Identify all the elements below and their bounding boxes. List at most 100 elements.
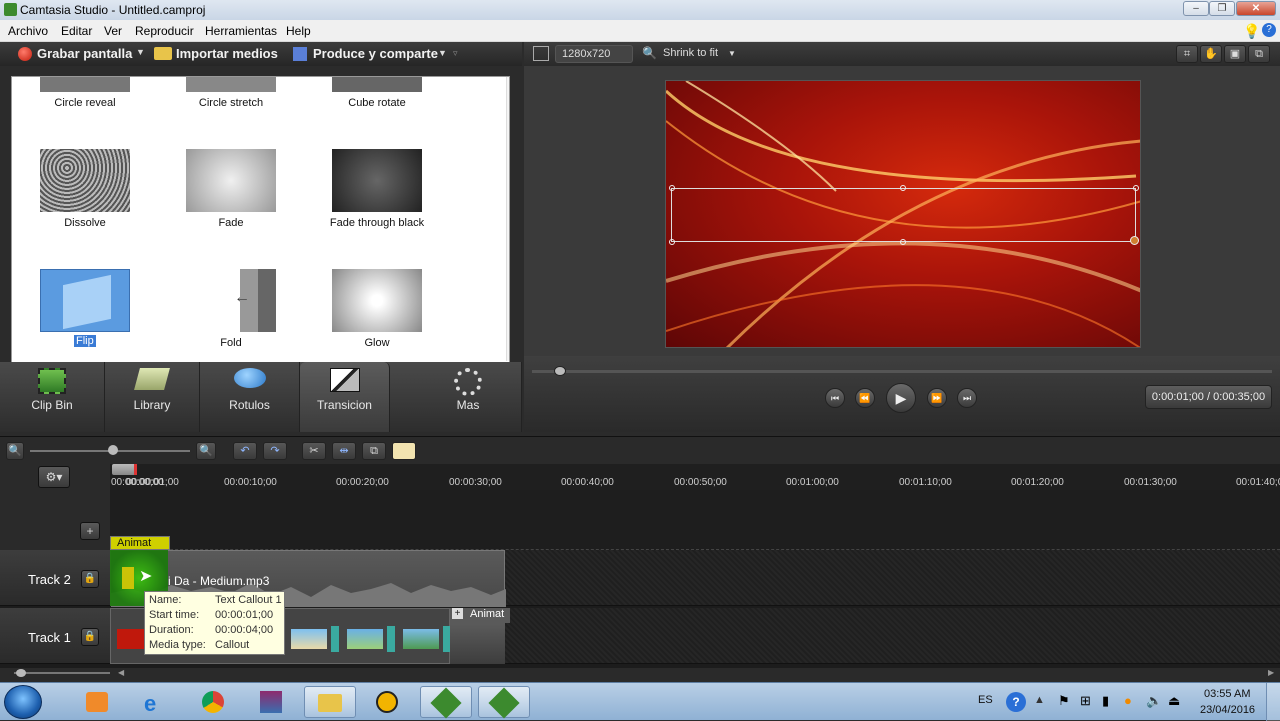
chevron-down-icon[interactable]: ▼ bbox=[136, 47, 145, 57]
network-icon[interactable]: ▮ bbox=[1102, 693, 1109, 709]
lock-icon[interactable]: 🔒 bbox=[81, 628, 99, 646]
zoom-in-icon[interactable]: 🔍 bbox=[196, 442, 216, 460]
menu-archivo[interactable]: Archivo bbox=[8, 24, 48, 38]
split-icon[interactable]: ⇹ bbox=[332, 442, 356, 460]
add-track-icon[interactable]: + bbox=[80, 522, 100, 540]
record-screen-button[interactable]: Grabar pantalla bbox=[37, 46, 132, 61]
resize-handle[interactable] bbox=[669, 185, 675, 191]
clock-date[interactable]: 23/04/2016 bbox=[1200, 704, 1255, 716]
close-button[interactable]: ✕ bbox=[1236, 1, 1276, 16]
zoom-out-icon[interactable]: 🔍 bbox=[6, 442, 24, 460]
menu-editar[interactable]: Editar bbox=[61, 24, 92, 38]
clock-time[interactable]: 03:55 AM bbox=[1204, 688, 1250, 700]
menu-help[interactable]: Help bbox=[286, 24, 311, 38]
resize-handle[interactable] bbox=[669, 239, 675, 245]
volume-icon[interactable]: 🔈 bbox=[1146, 693, 1162, 709]
scroll-handle[interactable] bbox=[16, 669, 26, 677]
taskbar-app[interactable] bbox=[362, 686, 414, 718]
skip-forward-icon[interactable]: ⏭ bbox=[957, 388, 977, 408]
zoom-dropdown[interactable]: Shrink to fit bbox=[657, 45, 737, 63]
fold-thumb[interactable]: ← bbox=[186, 269, 276, 332]
glow-thumb[interactable] bbox=[332, 269, 422, 332]
add-animation-icon[interactable]: + bbox=[452, 608, 463, 619]
scroll-right-icon[interactable]: ▶ bbox=[1268, 668, 1274, 677]
lightbulb-icon[interactable]: 💡 bbox=[1243, 23, 1260, 40]
transition-thumb[interactable] bbox=[186, 77, 276, 92]
minimize-button[interactable]: – bbox=[1183, 1, 1209, 16]
show-desktop-button[interactable] bbox=[1266, 683, 1280, 721]
flip-thumb[interactable] bbox=[40, 269, 130, 332]
track-1-lane[interactable]: + Animat bbox=[110, 608, 1280, 664]
redo-icon[interactable]: ↷ bbox=[263, 442, 287, 460]
resize-handle[interactable] bbox=[900, 185, 906, 191]
tab-transicion[interactable]: Transicion bbox=[300, 362, 390, 432]
crop-icon[interactable]: ⌗ bbox=[1176, 45, 1198, 63]
help-icon[interactable]: ? bbox=[1006, 692, 1026, 712]
device-icon[interactable]: ⏏ bbox=[1168, 693, 1180, 709]
resize-handle[interactable] bbox=[900, 239, 906, 245]
skip-back-icon[interactable]: ⏮ bbox=[825, 388, 845, 408]
tab-library[interactable]: Library bbox=[105, 362, 200, 432]
zoom-slider-handle[interactable] bbox=[108, 445, 118, 455]
scroll-thumb[interactable] bbox=[509, 137, 510, 187]
overflow-icon[interactable]: ▿ bbox=[453, 48, 458, 59]
taskbar-media-player[interactable] bbox=[72, 686, 124, 718]
taskbar-camtasia-recorder[interactable] bbox=[478, 686, 530, 719]
animation-bar[interactable]: Animat bbox=[110, 536, 170, 550]
flag-icon[interactable]: ⚑ bbox=[1058, 693, 1070, 709]
taskbar-camtasia[interactable] bbox=[420, 686, 472, 719]
canvas-size-dropdown[interactable]: 1280x720 bbox=[555, 45, 633, 63]
maximize-button[interactable]: ❐ bbox=[1209, 1, 1235, 16]
play-icon[interactable]: ▶ bbox=[886, 383, 916, 413]
timeline-ruler[interactable]: 00:00:00;00 00:00:01;00 00:00:10;00 00:0… bbox=[110, 464, 1280, 490]
menu-reproducir[interactable]: Reproducir bbox=[135, 24, 194, 38]
timeline-hscroll[interactable]: ◀ ▶ bbox=[0, 668, 1280, 682]
callout-selection-box[interactable] bbox=[671, 188, 1136, 242]
video-canvas[interactable] bbox=[665, 80, 1141, 348]
taskbar-explorer[interactable] bbox=[304, 686, 356, 718]
callout-handle[interactable] bbox=[122, 567, 134, 589]
produce-share-button[interactable]: Produce y comparte bbox=[313, 46, 438, 61]
menu-ver[interactable]: Ver bbox=[104, 24, 122, 38]
scroll-left-icon[interactable]: ◀ bbox=[118, 668, 124, 677]
taskbar-winrar[interactable] bbox=[246, 686, 298, 718]
windows-start-icon[interactable] bbox=[4, 685, 42, 719]
fast-forward-icon[interactable]: ⏩ bbox=[927, 388, 947, 408]
tab-mas[interactable]: Mas bbox=[415, 362, 522, 432]
chevron-down-icon[interactable]: ▼ bbox=[438, 48, 447, 58]
pan-icon[interactable]: ✋ bbox=[1200, 45, 1222, 63]
import-media-button[interactable]: Importar medios bbox=[176, 46, 278, 61]
tray-chevron-icon[interactable]: ▲ bbox=[1034, 694, 1045, 706]
app-tray-icon[interactable]: ● bbox=[1124, 693, 1132, 708]
lock-icon[interactable]: 🔒 bbox=[81, 570, 99, 588]
help-icon[interactable]: ? bbox=[1262, 23, 1276, 37]
fade-thumb[interactable] bbox=[186, 149, 276, 212]
paste-icon[interactable] bbox=[392, 442, 416, 460]
scrubber-track[interactable] bbox=[532, 370, 1272, 373]
taskbar-chrome[interactable] bbox=[188, 686, 240, 718]
settings-gear-icon[interactable]: ⚙▾ bbox=[38, 466, 70, 488]
track-2-lane[interactable]: i Da - Medium.mp3 Animat bbox=[110, 536, 1280, 607]
playhead-marker[interactable] bbox=[134, 464, 137, 475]
rewind-icon[interactable]: ⏪ bbox=[855, 388, 875, 408]
copy-icon[interactable]: ⧉ bbox=[362, 442, 386, 460]
menu-herramientas[interactable]: Herramientas bbox=[205, 24, 277, 38]
detach-icon[interactable]: ⧉ bbox=[1248, 45, 1270, 63]
transition-thumb[interactable] bbox=[332, 77, 422, 92]
resize-icon[interactable] bbox=[533, 46, 549, 61]
transition-marker[interactable] bbox=[331, 626, 339, 652]
language-indicator[interactable]: ES bbox=[978, 694, 993, 706]
playhead[interactable] bbox=[112, 464, 136, 475]
scrubber-handle[interactable] bbox=[554, 366, 566, 376]
taskbar-internet-explorer[interactable]: e bbox=[130, 686, 182, 718]
animation-bar-2[interactable]: + Animat bbox=[450, 608, 510, 623]
resize-handle[interactable] bbox=[1133, 185, 1139, 191]
rotate-handle[interactable] bbox=[1130, 236, 1139, 245]
cut-icon[interactable]: ✂ bbox=[302, 442, 326, 460]
windows-icon[interactable]: ⊞ bbox=[1080, 693, 1091, 709]
tab-clip-bin[interactable]: Clip Bin bbox=[0, 362, 105, 432]
fade-through-black-thumb[interactable] bbox=[332, 149, 422, 212]
list-scrollbar[interactable]: ▲ ▼ bbox=[506, 77, 510, 361]
scroll-track[interactable] bbox=[14, 672, 110, 674]
tab-rotulos[interactable]: Rotulos bbox=[200, 362, 300, 432]
